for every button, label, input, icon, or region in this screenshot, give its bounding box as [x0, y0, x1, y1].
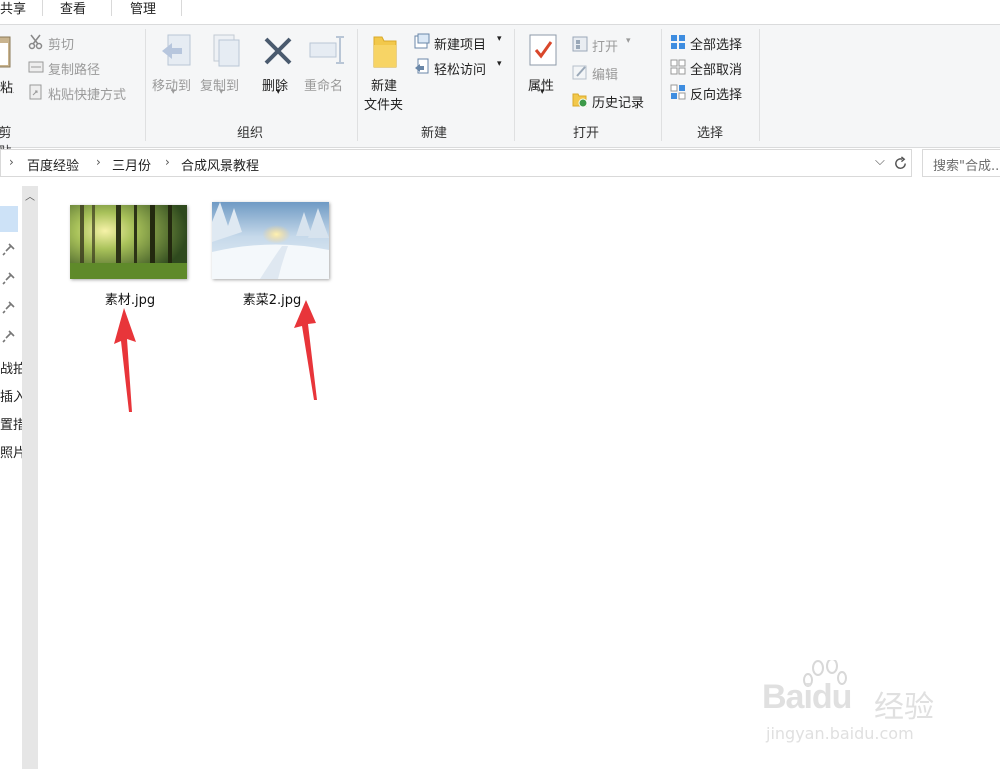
invert-selection-icon [670, 84, 686, 100]
nav-scrollbar[interactable]: ︿ [22, 186, 38, 769]
group-label-open: 打开 [572, 126, 599, 141]
select-all-label: 全部选择 [690, 38, 743, 53]
group-divider [357, 29, 358, 141]
delete-label: 删除 [262, 79, 289, 94]
scissors-icon [28, 34, 43, 50]
chevron-down-icon: ▾ [497, 34, 502, 44]
group-divider [145, 29, 146, 141]
nav-item[interactable]: 照片 [0, 442, 22, 461]
file-name: 素材.jpg [104, 293, 156, 308]
chevron-down-icon: ▾ [171, 87, 176, 97]
chevron-down-icon: ▾ [276, 87, 281, 97]
nav-item[interactable]: 战拍 [0, 358, 22, 377]
group-label-new: 新建 [420, 126, 447, 141]
ribbon-tabs: 共享 查看 管理 [0, 0, 1000, 24]
chevron-down-icon: ▾ [219, 87, 224, 97]
move-to-icon [162, 34, 191, 66]
pin-icon[interactable] [2, 242, 16, 256]
open-label: 打开 [592, 40, 619, 55]
tab-share[interactable]: 共享 [0, 0, 26, 22]
scroll-up-icon[interactable]: ︿ [25, 188, 35, 203]
paste-label: 粘贴 [0, 81, 14, 96]
new-folder-label-2: 文件夹 [364, 98, 404, 113]
tab-divider [181, 0, 182, 16]
history-dropdown-icon[interactable]: ⌵ [875, 154, 885, 169]
edit-icon [572, 65, 587, 80]
snow-thumbnail [212, 202, 329, 279]
navigation-pane: 战拍 插入 置措 照片 [0, 178, 22, 769]
history-label: 历史记录 [592, 96, 645, 111]
properties-check-icon [529, 34, 557, 66]
group-divider [661, 29, 662, 141]
edit-label: 编辑 [592, 68, 619, 83]
annotation-arrow [294, 300, 317, 400]
select-none-icon [670, 59, 686, 75]
new-folder-icon [373, 36, 397, 68]
rename-label: 重命名 [304, 79, 344, 94]
search-box[interactable]: 搜索"合成... [922, 149, 1000, 177]
delete-x-icon [264, 37, 292, 65]
invert-selection-label: 反向选择 [690, 88, 743, 103]
watermark-url: jingyan.baidu.com [766, 724, 914, 743]
new-folder-label-1: 新建 [371, 79, 398, 94]
ribbon: 粘贴 剪切 复制路径 粘贴快捷方式 剪贴板 移动到 [0, 24, 1000, 179]
search-input[interactable]: 搜索"合成... [933, 155, 1000, 174]
breadcrumb-item[interactable]: 百度经验 [27, 155, 79, 174]
nav-selected-item[interactable] [0, 206, 18, 232]
select-none-label: 全部取消 [690, 63, 743, 78]
tab-divider [42, 0, 43, 16]
rename-icon [309, 36, 344, 64]
nav-item[interactable]: 置措 [0, 414, 22, 433]
address-bar[interactable]: › 百度经验 › 三月份 › 合成风景教程 ⌵ [0, 149, 912, 177]
nav-item[interactable]: 插入 [0, 386, 22, 405]
tab-view[interactable]: 查看 [60, 0, 86, 22]
select-all-icon [671, 35, 685, 49]
cut-label: 剪切 [48, 38, 75, 53]
paste-shortcut-icon [29, 84, 42, 100]
group-label-organize: 组织 [236, 126, 263, 141]
easy-access-label: 轻松访问 [434, 63, 487, 78]
easy-access-icon [415, 58, 429, 74]
chevron-down-icon: ▾ [497, 59, 502, 69]
breadcrumb-chevron-icon[interactable]: › [96, 155, 101, 169]
breadcrumb-chevron-icon[interactable]: › [165, 155, 170, 169]
paste-shortcut-label: 粘贴快捷方式 [48, 88, 127, 103]
forest-thumbnail [70, 205, 187, 279]
pin-icon[interactable] [2, 329, 16, 343]
clipboard-icon [0, 36, 11, 68]
breadcrumb-chevron-icon: › [9, 155, 14, 169]
breadcrumb-item[interactable]: 三月份 [112, 155, 151, 174]
new-item-label: 新建项目 [434, 38, 487, 53]
copy-path-icon [28, 61, 44, 73]
copy-to-icon [213, 34, 240, 67]
copy-path-label: 复制路径 [48, 63, 101, 78]
baidu-watermark: Baidu 经验 jingyan.baidu.com [762, 660, 952, 750]
annotation-arrow [114, 308, 136, 412]
breadcrumb-item[interactable]: 合成风景教程 [181, 155, 259, 174]
refresh-icon[interactable] [893, 156, 908, 171]
group-label-select: 选择 [696, 126, 723, 141]
group-divider [759, 29, 760, 141]
watermark-cn: 经验 [874, 690, 934, 725]
new-item-icon [414, 33, 430, 49]
chevron-down-icon: ▾ [540, 87, 545, 97]
pin-icon[interactable] [2, 300, 16, 314]
group-divider [514, 29, 515, 141]
tab-divider [111, 0, 112, 16]
history-icon [572, 93, 588, 108]
open-icon [572, 36, 588, 52]
watermark-brand: Baidu [762, 678, 852, 716]
pin-icon[interactable] [2, 271, 16, 285]
chevron-down-icon: ▾ [626, 36, 631, 46]
tab-manage[interactable]: 管理 [130, 0, 156, 22]
